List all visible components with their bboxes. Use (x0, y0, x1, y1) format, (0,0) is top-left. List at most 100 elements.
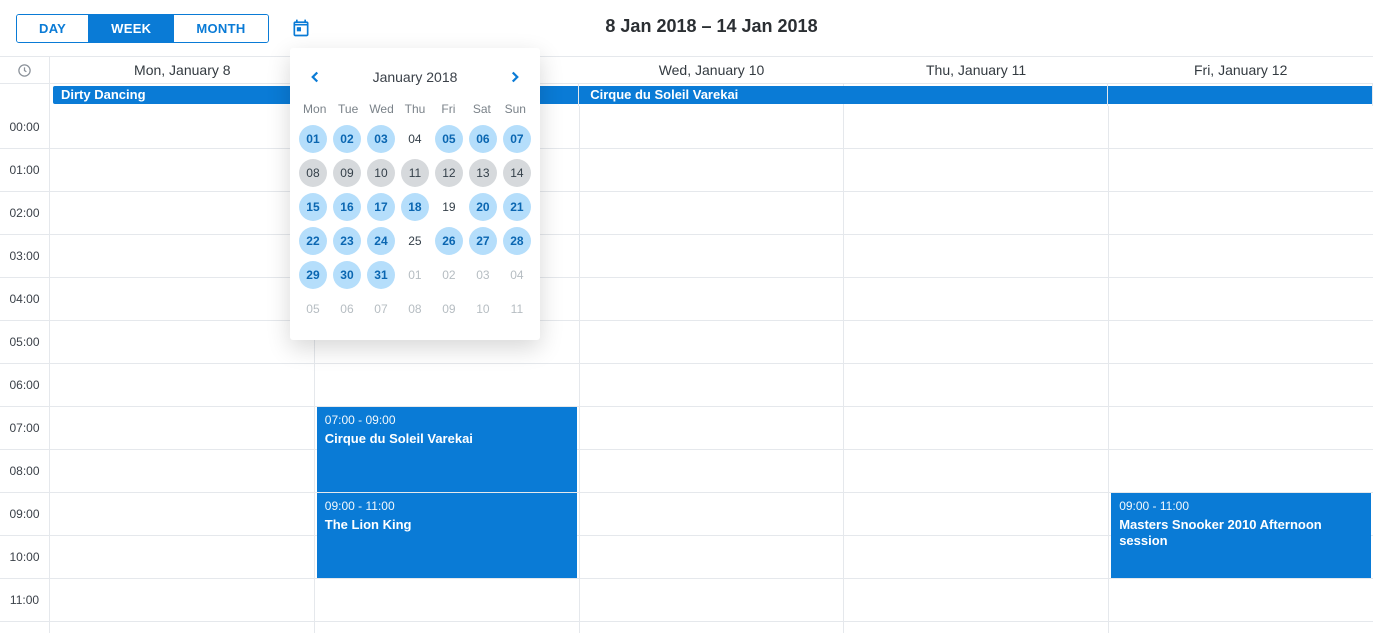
mini-calendar-day-cell[interactable]: 03 (466, 258, 500, 292)
mini-calendar-day-cell[interactable]: 01 (398, 258, 432, 292)
mini-calendar-daynum[interactable]: 02 (435, 261, 463, 289)
event-block[interactable]: 07:00 - 09:00 Cirque du Soleil Varekai (317, 407, 577, 492)
mini-calendar-day-cell[interactable]: 21 (500, 190, 534, 224)
mini-calendar-day-cell[interactable]: 26 (432, 224, 466, 258)
mini-calendar-day-cell[interactable]: 10 (364, 156, 398, 190)
mini-calendar-daynum[interactable]: 09 (435, 295, 463, 323)
mini-calendar-day-cell[interactable]: 09 (330, 156, 364, 190)
mini-calendar-daynum[interactable]: 04 (503, 261, 531, 289)
mini-calendar-daynum[interactable]: 01 (401, 261, 429, 289)
mini-calendar-daynum[interactable]: 27 (469, 227, 497, 255)
mini-calendar-daynum[interactable]: 03 (367, 125, 395, 153)
mini-calendar-daynum[interactable]: 03 (469, 261, 497, 289)
mini-calendar-day-cell[interactable]: 06 (466, 122, 500, 156)
mini-calendar-daynum[interactable]: 04 (401, 125, 429, 153)
mini-calendar-day-cell[interactable]: 01 (296, 122, 330, 156)
view-week-button[interactable]: WEEK (88, 15, 173, 42)
mini-calendar-day-cell[interactable]: 19 (432, 190, 466, 224)
mini-calendar-daynum[interactable]: 10 (469, 295, 497, 323)
allday-cell-wed[interactable]: Cirque du Soleil Varekai (579, 84, 844, 106)
mini-calendar-day-cell[interactable]: 28 (500, 224, 534, 258)
event-block[interactable]: 09:00 - 11:00 The Lion King (317, 493, 577, 578)
allday-cell-fri[interactable] (1108, 84, 1373, 106)
mini-calendar-day-cell[interactable]: 18 (398, 190, 432, 224)
mini-calendar-day-cell[interactable]: 23 (330, 224, 364, 258)
mini-calendar-daynum[interactable]: 23 (333, 227, 361, 255)
allday-cell-mon[interactable]: Dirty Dancing (50, 84, 315, 106)
mini-calendar-daynum[interactable]: 07 (503, 125, 531, 153)
mini-calendar-daynum[interactable]: 24 (367, 227, 395, 255)
mini-calendar-day-cell[interactable]: 31 (364, 258, 398, 292)
mini-calendar-daynum[interactable]: 21 (503, 193, 531, 221)
mini-calendar-day-cell[interactable]: 06 (330, 292, 364, 326)
mini-calendar-day-cell[interactable]: 14 (500, 156, 534, 190)
mini-calendar-daynum[interactable]: 08 (299, 159, 327, 187)
prev-month-button[interactable] (302, 64, 328, 90)
mini-calendar-daynum[interactable]: 11 (401, 159, 429, 187)
mini-calendar-day-cell[interactable]: 08 (296, 156, 330, 190)
mini-calendar-daynum[interactable]: 01 (299, 125, 327, 153)
view-month-button[interactable]: MONTH (173, 15, 267, 42)
view-day-button[interactable]: DAY (17, 15, 88, 42)
mini-calendar-daynum[interactable]: 02 (333, 125, 361, 153)
mini-calendar-day-cell[interactable]: 11 (398, 156, 432, 190)
day-col-head[interactable]: Mon, January 8 (50, 57, 315, 83)
mini-calendar-daynum[interactable]: 05 (435, 125, 463, 153)
mini-calendar-day-cell[interactable]: 05 (432, 122, 466, 156)
mini-calendar-daynum[interactable]: 06 (469, 125, 497, 153)
mini-calendar-daynum[interactable]: 25 (401, 227, 429, 255)
mini-calendar-daynum[interactable]: 14 (503, 159, 531, 187)
mini-calendar-day-cell[interactable]: 17 (364, 190, 398, 224)
mini-calendar-day-cell[interactable]: 29 (296, 258, 330, 292)
mini-calendar-day-cell[interactable]: 02 (432, 258, 466, 292)
day-col-head[interactable]: Wed, January 10 (579, 57, 844, 83)
mini-calendar-day-cell[interactable]: 25 (398, 224, 432, 258)
day-col-wed[interactable] (580, 106, 845, 633)
event-block[interactable]: 09:00 - 11:00 Masters Snooker 2010 After… (1111, 493, 1371, 578)
mini-calendar-day-cell[interactable]: 03 (364, 122, 398, 156)
mini-calendar-daynum[interactable]: 31 (367, 261, 395, 289)
day-col-head[interactable]: Thu, January 11 (844, 57, 1109, 83)
calendar-toggle-button[interactable] (291, 18, 311, 38)
mini-calendar-daynum[interactable]: 10 (367, 159, 395, 187)
mini-calendar-day-cell[interactable]: 05 (296, 292, 330, 326)
allday-cell-thu[interactable] (844, 84, 1109, 106)
mini-calendar-daynum[interactable]: 26 (435, 227, 463, 255)
mini-calendar-daynum[interactable]: 30 (333, 261, 361, 289)
mini-calendar-daynum[interactable]: 20 (469, 193, 497, 221)
mini-calendar-day-cell[interactable]: 27 (466, 224, 500, 258)
day-col-head[interactable]: Fri, January 12 (1108, 57, 1373, 83)
mini-calendar-daynum[interactable]: 07 (367, 295, 395, 323)
mini-calendar-day-cell[interactable]: 20 (466, 190, 500, 224)
mini-calendar-daynum[interactable]: 09 (333, 159, 361, 187)
mini-calendar-daynum[interactable]: 12 (435, 159, 463, 187)
mini-calendar-day-cell[interactable]: 10 (466, 292, 500, 326)
mini-calendar-day-cell[interactable]: 04 (398, 122, 432, 156)
next-month-button[interactable] (502, 64, 528, 90)
mini-calendar-daynum[interactable]: 13 (469, 159, 497, 187)
mini-calendar-day-cell[interactable]: 15 (296, 190, 330, 224)
mini-calendar-daynum[interactable]: 06 (333, 295, 361, 323)
mini-calendar-day-cell[interactable]: 08 (398, 292, 432, 326)
mini-calendar-daynum[interactable]: 16 (333, 193, 361, 221)
mini-calendar-daynum[interactable]: 08 (401, 295, 429, 323)
mini-calendar-daynum[interactable]: 22 (299, 227, 327, 255)
mini-calendar-day-cell[interactable]: 30 (330, 258, 364, 292)
day-col-thu[interactable] (844, 106, 1109, 633)
mini-calendar-daynum[interactable]: 18 (401, 193, 429, 221)
mini-calendar-daynum[interactable]: 05 (299, 295, 327, 323)
mini-calendar-daynum[interactable]: 28 (503, 227, 531, 255)
mini-calendar-day-cell[interactable]: 04 (500, 258, 534, 292)
mini-calendar-daynum[interactable]: 15 (299, 193, 327, 221)
mini-calendar-day-cell[interactable]: 07 (364, 292, 398, 326)
mini-calendar-day-cell[interactable]: 07 (500, 122, 534, 156)
mini-calendar-day-cell[interactable]: 09 (432, 292, 466, 326)
mini-calendar-day-cell[interactable]: 13 (466, 156, 500, 190)
day-col-mon[interactable] (50, 106, 315, 633)
mini-calendar-daynum[interactable]: 19 (435, 193, 463, 221)
mini-calendar-day-cell[interactable]: 11 (500, 292, 534, 326)
mini-calendar-day-cell[interactable]: 16 (330, 190, 364, 224)
mini-calendar-day-cell[interactable]: 22 (296, 224, 330, 258)
mini-calendar-daynum[interactable]: 11 (503, 295, 531, 323)
day-col-fri[interactable]: 09:00 - 11:00 Masters Snooker 2010 After… (1109, 106, 1373, 633)
